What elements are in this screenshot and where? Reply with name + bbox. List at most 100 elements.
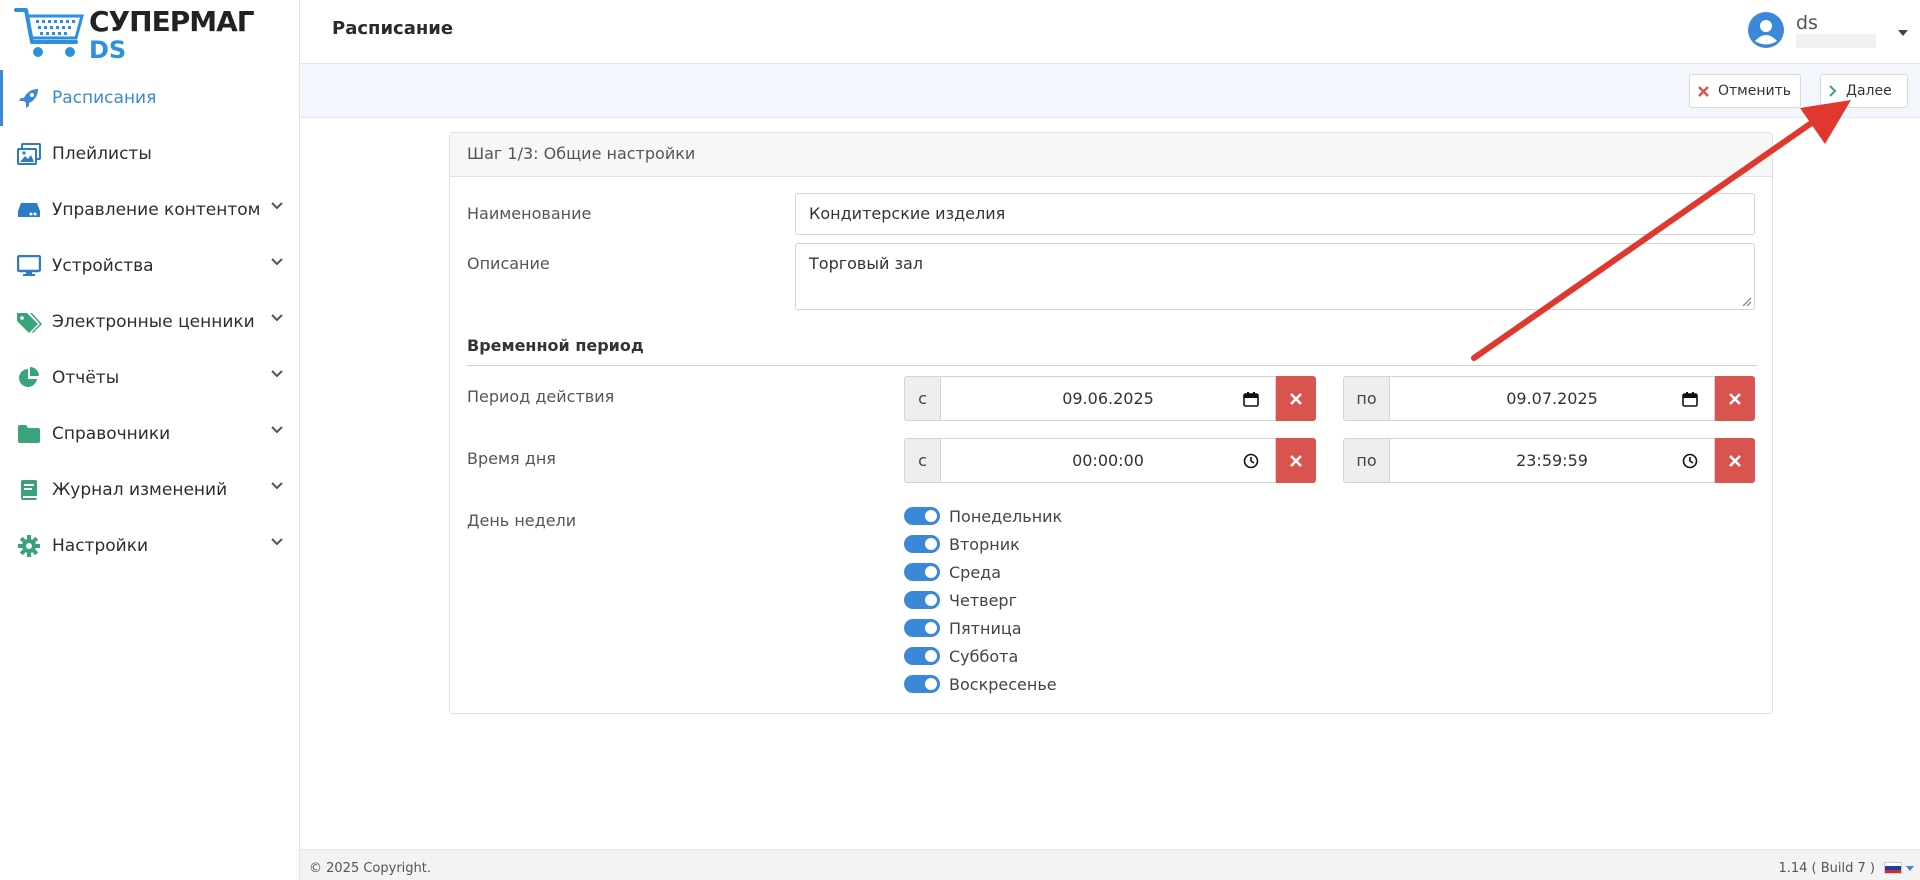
- weekday-name: Суббота: [949, 646, 1019, 666]
- period-from-group: с 09.06.2025: [904, 376, 1316, 421]
- to-prefix: по: [1343, 376, 1389, 421]
- weekday-name: Среда: [949, 562, 1002, 582]
- description-label: Описание: [467, 254, 550, 273]
- sidebar-item-devices[interactable]: Устройства: [0, 238, 299, 294]
- time-to-input[interactable]: 23:59:59: [1389, 438, 1715, 483]
- copyright-text: © 2025 Copyright.: [309, 861, 432, 876]
- from-prefix: с: [904, 376, 940, 421]
- hdd-icon: [16, 198, 42, 222]
- period-from-date-input[interactable]: 09.06.2025: [940, 376, 1276, 421]
- caret-down-icon[interactable]: [1906, 866, 1914, 871]
- name-input[interactable]: Кондитерские изделия: [795, 193, 1755, 235]
- sidebar-item-label: Управление контентом: [52, 200, 261, 220]
- panel-title: Шаг 1/3: Общие настройки: [450, 133, 1772, 177]
- sidebar-item-references[interactable]: Справочники: [0, 406, 299, 462]
- sidebar-item-content-management[interactable]: Управление контентом: [0, 182, 299, 238]
- chevron-right-icon: [1829, 85, 1837, 97]
- close-icon: [1729, 392, 1741, 405]
- weekday-toggles: Понедельник Вторник Среда Четверг Пятниц…: [904, 502, 1062, 698]
- sidebar-item-label: Журнал изменений: [52, 480, 228, 500]
- weekday-switch-saturday[interactable]: [904, 647, 940, 665]
- pie-chart-icon: [16, 366, 42, 390]
- user-role-placeholder: [1796, 34, 1876, 48]
- time-to-value: 23:59:59: [1516, 451, 1588, 470]
- weekday-toggle-row: Вторник: [904, 530, 1062, 558]
- description-text: Торговый зал: [809, 254, 923, 273]
- sidebar-item-label: Справочники: [52, 424, 171, 444]
- name-label: Наименование: [467, 204, 592, 223]
- weekday-toggle-row: Четверг: [904, 586, 1062, 614]
- sidebar-item-label: Плейлисты: [52, 144, 152, 164]
- section-divider: [467, 365, 1757, 366]
- sidebar-item-schedules[interactable]: Расписания: [0, 70, 299, 126]
- weekday-switch-monday[interactable]: [904, 507, 940, 525]
- time-period-heading: Временной период: [467, 336, 644, 355]
- period-label: Период действия: [467, 387, 615, 406]
- resize-handle-icon[interactable]: [1742, 297, 1752, 307]
- clock-icon[interactable]: [1243, 453, 1259, 469]
- weekday-switch-sunday[interactable]: [904, 675, 940, 693]
- time-from-group: с 00:00:00: [904, 438, 1316, 483]
- cancel-button[interactable]: Отменить: [1689, 74, 1801, 108]
- calendar-icon[interactable]: [1243, 391, 1259, 407]
- weekday-switch-friday[interactable]: [904, 619, 940, 637]
- folder-icon: [16, 422, 42, 446]
- weekday-name: Вторник: [949, 534, 1020, 554]
- weekday-toggle-row: Суббота: [904, 642, 1062, 670]
- from-prefix: с: [904, 438, 940, 483]
- weekday-toggle-row: Пятница: [904, 614, 1062, 642]
- chevron-down-icon: [271, 482, 283, 490]
- book-icon: [16, 478, 42, 502]
- clock-icon[interactable]: [1682, 453, 1698, 469]
- chevron-down-icon: [271, 314, 283, 322]
- sidebar-item-playlists[interactable]: Плейлисты: [0, 126, 299, 182]
- chevron-down-icon: [271, 202, 283, 210]
- weekday-switch-tuesday[interactable]: [904, 535, 940, 553]
- time-of-day-label: Время дня: [467, 449, 556, 468]
- app-logo[interactable]: СУПЕРМАГ DS: [0, 0, 299, 70]
- avatar: [1748, 12, 1784, 48]
- time-from-input[interactable]: 00:00:00: [940, 438, 1276, 483]
- version-text: 1.14 ( Build 7 ): [1778, 861, 1875, 876]
- page-title: Расписание: [332, 18, 454, 39]
- calendar-icon[interactable]: [1682, 391, 1698, 407]
- period-to-date-input[interactable]: 09.07.2025: [1389, 376, 1715, 421]
- weekday-switch-wednesday[interactable]: [904, 563, 940, 581]
- next-button[interactable]: Далее: [1820, 74, 1908, 108]
- action-toolbar: Отменить Далее: [300, 64, 1920, 118]
- clear-time-from-button[interactable]: [1276, 438, 1316, 483]
- sidebar: СУПЕРМАГ DS Расписания Плейлисты Управле…: [0, 0, 300, 880]
- sidebar-item-reports[interactable]: Отчёты: [0, 350, 299, 406]
- weekday-name: Четверг: [949, 590, 1017, 610]
- top-header: Расписание ds: [300, 0, 1920, 64]
- description-textarea[interactable]: Торговый зал: [795, 243, 1755, 310]
- close-icon: [1290, 392, 1302, 405]
- clear-period-to-button[interactable]: [1715, 376, 1755, 421]
- user-menu[interactable]: ds: [1748, 10, 1908, 54]
- clear-time-to-button[interactable]: [1715, 438, 1755, 483]
- time-to-group: по 23:59:59: [1343, 438, 1755, 483]
- sidebar-item-label: Расписания: [52, 88, 157, 108]
- gear-icon: [16, 534, 42, 558]
- weekday-switch-thursday[interactable]: [904, 591, 940, 609]
- logo-title: СУПЕРМАГ: [89, 5, 255, 38]
- clear-period-from-button[interactable]: [1276, 376, 1316, 421]
- sidebar-nav: Расписания Плейлисты Управление контенто…: [0, 70, 299, 574]
- sidebar-item-label: Отчёты: [52, 368, 120, 388]
- sidebar-item-settings[interactable]: Настройки: [0, 518, 299, 574]
- weekday-toggle-row: Среда: [904, 558, 1062, 586]
- period-to-group: по 09.07.2025: [1343, 376, 1755, 421]
- weekday-name: Пятница: [949, 618, 1022, 638]
- time-from-value: 00:00:00: [1072, 451, 1144, 470]
- weekday-name: Понедельник: [949, 506, 1063, 526]
- sidebar-item-label: Устройства: [52, 256, 154, 276]
- sidebar-item-change-log[interactable]: Журнал изменений: [0, 462, 299, 518]
- step-panel: Шаг 1/3: Общие настройки Наименование Ко…: [449, 132, 1773, 714]
- logo-subtitle: DS: [89, 36, 127, 64]
- weekday-label: День недели: [467, 511, 577, 530]
- weekday-name: Воскресенье: [949, 674, 1057, 694]
- chevron-down-icon: [271, 426, 283, 434]
- sidebar-item-price-tags[interactable]: Электронные ценники: [0, 294, 299, 350]
- language-flag-icon[interactable]: [1884, 862, 1902, 874]
- chevron-down-icon: [271, 370, 283, 378]
